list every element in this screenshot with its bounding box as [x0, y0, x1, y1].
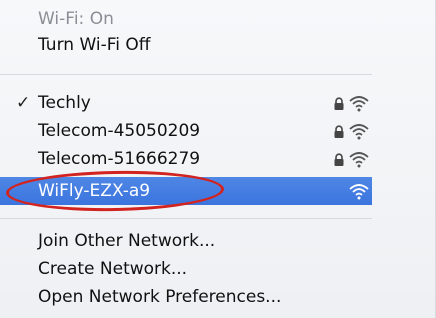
wifi-menu: Wi-Fi: On Turn Wi-Fi Off ✓ Techly Teleco… — [0, 0, 436, 318]
turn-wifi-off-label: Turn Wi-Fi Off — [38, 35, 151, 55]
wifi-status-label: Wi-Fi: On — [38, 9, 114, 29]
checkmark-icon: ✓ — [16, 93, 31, 113]
separator — [0, 218, 372, 219]
join-other-network-item[interactable]: Join Other Network... — [0, 228, 372, 254]
lock-icon — [334, 153, 344, 166]
create-network-label: Create Network... — [38, 259, 188, 279]
network-item-telecom-51666279[interactable]: Telecom-51666279 — [0, 146, 372, 172]
lock-icon — [334, 97, 344, 110]
turn-wifi-off-item[interactable]: Turn Wi-Fi Off — [0, 32, 372, 58]
join-other-network-label: Join Other Network... — [38, 231, 216, 251]
network-item-telecom-45050209[interactable]: Telecom-45050209 — [0, 118, 372, 144]
wifi-signal-icon — [349, 124, 369, 140]
wifi-signal-icon — [349, 96, 369, 112]
network-name: WiFly-EZX-a9 — [38, 181, 151, 201]
network-name: Techly — [38, 93, 91, 113]
network-item-wifly-ezx-a9[interactable]: WiFly-EZX-a9 — [0, 177, 372, 205]
network-item-techly[interactable]: ✓ Techly — [0, 90, 372, 116]
create-network-item[interactable]: Create Network... — [0, 256, 372, 282]
open-network-preferences-item[interactable]: Open Network Preferences... — [0, 284, 372, 310]
lock-icon — [334, 125, 344, 138]
open-network-preferences-label: Open Network Preferences... — [38, 287, 282, 307]
network-name: Telecom-51666279 — [38, 149, 201, 169]
wifi-status: Wi-Fi: On — [0, 6, 372, 32]
wifi-signal-icon — [349, 152, 369, 168]
network-name: Telecom-45050209 — [38, 121, 201, 141]
wifi-signal-icon — [349, 184, 369, 200]
separator — [0, 74, 372, 75]
